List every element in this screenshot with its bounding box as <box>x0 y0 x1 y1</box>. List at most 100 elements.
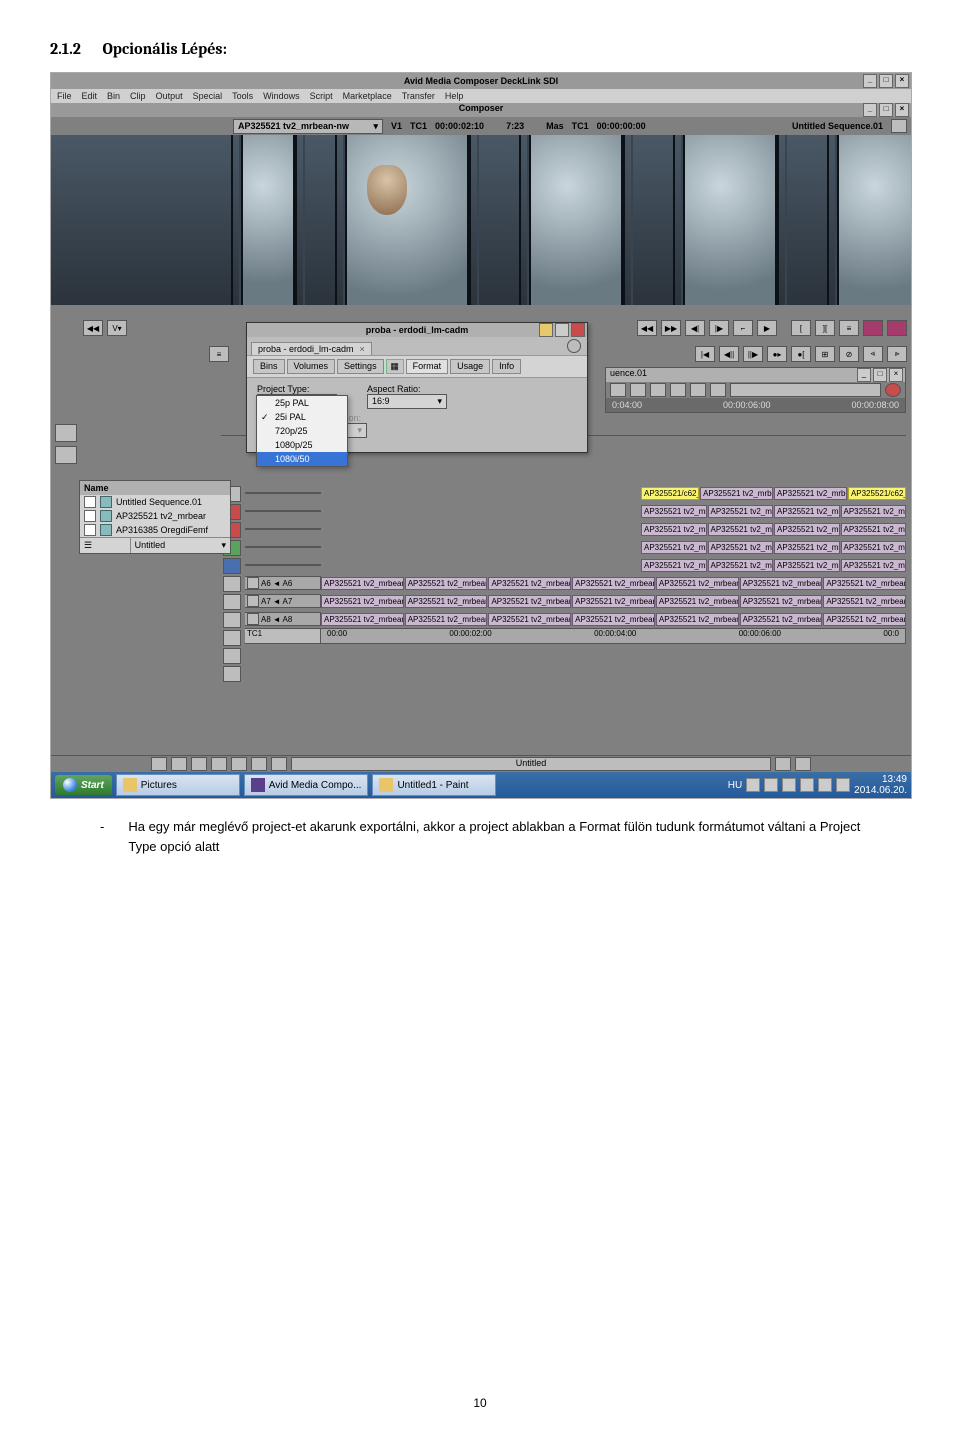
tab-close-icon[interactable]: × <box>360 344 365 354</box>
tl-tool-icon[interactable] <box>223 594 241 610</box>
tl-tool-blue-icon[interactable] <box>223 558 241 574</box>
info-menu-icon[interactable] <box>891 119 907 133</box>
tray-icon[interactable] <box>782 778 796 792</box>
seq-tool-icon[interactable] <box>650 383 666 397</box>
gear-icon[interactable] <box>567 339 581 353</box>
expand-button[interactable]: ⪢ <box>887 346 907 362</box>
menu-help[interactable]: Help <box>445 91 464 101</box>
row2-btn1[interactable]: ≡ <box>209 346 229 362</box>
menu-file[interactable]: File <box>57 91 72 101</box>
v-button[interactable]: V▾ <box>107 320 127 336</box>
proj-min-button[interactable] <box>539 323 553 337</box>
tool-icon[interactable] <box>55 424 77 442</box>
menu-special[interactable]: Special <box>193 91 223 101</box>
menu-option[interactable]: 1080p/25 <box>257 438 347 452</box>
bin-row[interactable]: Untitled Sequence.01 <box>80 495 230 509</box>
trim-button[interactable]: ⊞ <box>815 346 835 362</box>
dock-icon[interactable] <box>231 757 247 771</box>
dock-icon[interactable] <box>171 757 187 771</box>
bin-row[interactable]: AP316385 OregdiFemf <box>80 523 230 537</box>
record-icon[interactable] <box>885 383 901 397</box>
subtab-info[interactable]: Info <box>492 359 521 374</box>
tl-tool-icon[interactable] <box>223 648 241 664</box>
video-track[interactable]: AP325521 tv2_mrbean-nAP325521 tv2_mrbean… <box>243 520 906 538</box>
project-titlebar[interactable]: proba - erdodi_lm-cadm <box>247 323 587 337</box>
checkbox-icon[interactable] <box>84 510 96 522</box>
menu-marketplace[interactable]: Marketplace <box>343 91 392 101</box>
start-button[interactable]: Start <box>55 775 112 795</box>
audio-track[interactable]: A6◄ A6AP325521 tv2_mrbean-nAP325521 tv2_… <box>243 574 906 592</box>
seq-tool-icon[interactable] <box>690 383 706 397</box>
menu-bin[interactable]: Bin <box>107 91 120 101</box>
rewind-button[interactable]: ◀◀ <box>637 320 657 336</box>
maximize-button[interactable]: □ <box>879 74 893 88</box>
menu-edit[interactable]: Edit <box>82 91 98 101</box>
checkbox-icon[interactable] <box>84 524 96 536</box>
proj-close-button[interactable] <box>571 323 585 337</box>
taskbar-item-paint[interactable]: Untitled1 - Paint <box>372 774 496 796</box>
play-in-out-button[interactable]: ◀|| <box>719 346 739 362</box>
minimize-button[interactable]: _ <box>863 74 877 88</box>
goto-out-button[interactable]: ||▶ <box>743 346 763 362</box>
menu-transfer[interactable]: Transfer <box>402 91 435 101</box>
tray-icon[interactable] <box>746 778 760 792</box>
play-button[interactable]: ▶ <box>757 320 777 336</box>
dock-icon[interactable] <box>795 757 811 771</box>
close-button[interactable]: × <box>895 74 909 88</box>
dock-icon[interactable] <box>151 757 167 771</box>
mark-button[interactable]: ●▸ <box>767 346 787 362</box>
video-track[interactable]: AP325521/c62_mrbean-nAP325521 tv2_mrbean… <box>243 484 906 502</box>
checkbox-icon[interactable] <box>84 496 96 508</box>
tray-icon[interactable] <box>836 778 850 792</box>
subtab-bins[interactable]: Bins <box>253 359 285 374</box>
taskbar-clock[interactable]: 13:492014.06.20. <box>854 774 907 796</box>
video-track[interactable]: AP325521 tv2_mrbean-nAP325521 tv2_mrbean… <box>243 556 906 574</box>
goto-in-button[interactable]: |◀ <box>695 346 715 362</box>
dock-icon[interactable] <box>191 757 207 771</box>
audio-track[interactable]: A7◄ A7AP325521 tv2_mrbean-nAP325521 tv2_… <box>243 592 906 610</box>
taskbar-item-pictures[interactable]: Pictures <box>116 774 240 796</box>
tl-tool-icon[interactable] <box>223 666 241 682</box>
tool-icon[interactable] <box>55 446 77 464</box>
menu-option[interactable]: ✓25i PAL <box>257 410 347 424</box>
tl-tool-icon[interactable] <box>223 630 241 646</box>
seq-max[interactable]: □ <box>873 368 887 382</box>
tl-tool-icon[interactable] <box>223 576 241 592</box>
project-type-menu[interactable]: 25p PAL ✓25i PAL 720p/25 1080p/25 1080i/… <box>256 395 348 467</box>
subtab-volumes[interactable]: Volumes <box>287 359 336 374</box>
tray-icon[interactable] <box>800 778 814 792</box>
mark-out-button[interactable]: ][ <box>815 320 835 336</box>
add-edit-button[interactable]: ●[ <box>791 346 811 362</box>
clip-dropdown[interactable]: AP325521 tv2_mrbean-nw▾ <box>233 119 383 134</box>
language-indicator[interactable]: HU <box>728 780 742 791</box>
menu-option[interactable]: 1080i/50 <box>257 452 347 466</box>
mark-in-button[interactable]: ⌐ <box>733 320 753 336</box>
bin-row[interactable]: AP325521 tv2_mrbear <box>80 509 230 523</box>
menu-windows[interactable]: Windows <box>263 91 300 101</box>
taskbar-item-avid[interactable]: Avid Media Compo... <box>244 774 369 796</box>
subtab-format[interactable]: Format <box>406 359 449 374</box>
menu-option[interactable]: 720p/25 <box>257 424 347 438</box>
dock-icon[interactable] <box>251 757 267 771</box>
video-track[interactable]: AP325521 tv2_mrbean-nAP325521 tv2_mrbean… <box>243 502 906 520</box>
dock-icon[interactable] <box>775 757 791 771</box>
seq-tool-icon[interactable] <box>630 383 646 397</box>
menu-output[interactable]: Output <box>156 91 183 101</box>
effect-button[interactable] <box>863 320 883 336</box>
dock-icon[interactable] <box>211 757 227 771</box>
audio-track[interactable]: A8◄ A8AP325521 tv2_mrbean-nAP325521 tv2_… <box>243 610 906 628</box>
subtab-usage[interactable]: Usage <box>450 359 490 374</box>
tray-icon[interactable] <box>764 778 778 792</box>
rewind-end-button[interactable]: ◀◀ <box>83 320 103 336</box>
seq-tool-icon[interactable] <box>670 383 686 397</box>
clear-marks-button[interactable]: ≡ <box>839 320 859 336</box>
dock-icon[interactable] <box>271 757 287 771</box>
effect2-button[interactable] <box>887 320 907 336</box>
composer-close[interactable]: × <box>895 103 909 117</box>
video-track[interactable]: AP325521 tv2_mrbean-nAP325521 tv2_mrbean… <box>243 538 906 556</box>
seq-close[interactable]: × <box>889 368 903 382</box>
menu-option[interactable]: 25p PAL <box>257 396 347 410</box>
menu-tools[interactable]: Tools <box>232 91 253 101</box>
tray-icon[interactable] <box>818 778 832 792</box>
fastfwd-button[interactable]: ▶▶ <box>661 320 681 336</box>
